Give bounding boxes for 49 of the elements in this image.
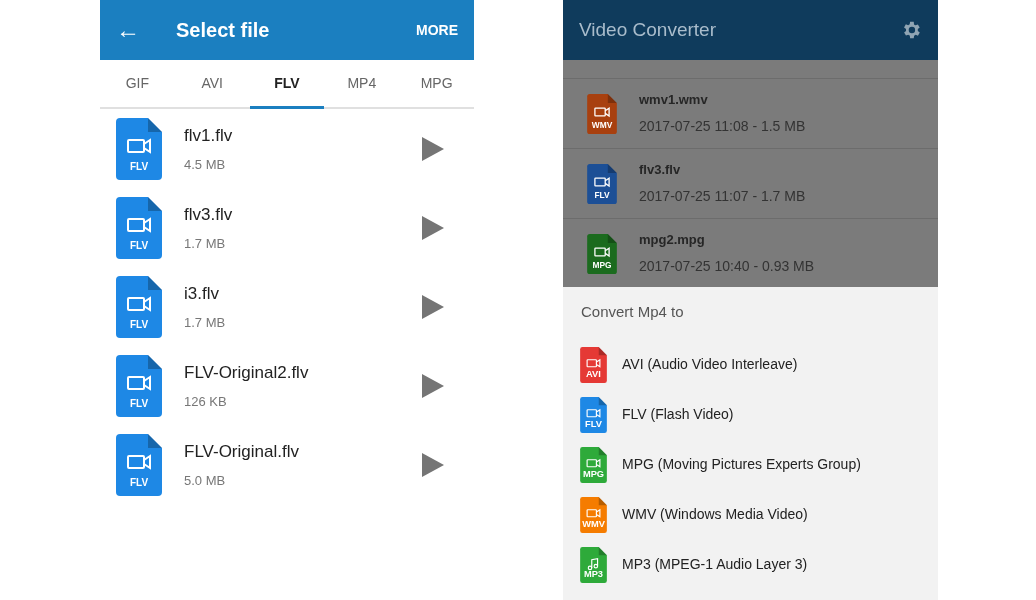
more-button[interactable]: MORE [416,19,458,41]
format-tab[interactable]: AVI [174,60,250,109]
file-icon: FLV [116,275,162,338]
format-option[interactable]: WMV WMV (Windows Media Video) [563,489,938,540]
file-details: 2017-07-25 11:08 - 1.5 MB [639,116,807,136]
file-name: wmv1.wmv [639,91,709,110]
format-tab[interactable]: MPG [399,60,474,109]
file-icon: FLV [587,163,617,204]
file-icon: FLV [116,117,162,180]
format-tab[interactable]: FLV [249,60,325,109]
file-icon: FLV [580,396,607,433]
file-icon: MPG [587,233,617,274]
file-details: 2017-07-25 10:40 - 0.93 MB [639,256,816,276]
play-icon[interactable] [422,294,444,319]
file-name: flv1.flv [184,125,234,147]
format-tab[interactable]: GIF [100,60,175,109]
file-icon: WMV [587,93,617,134]
file-icon: WMV [580,496,607,533]
format-option[interactable]: MPG MPG (Moving Pictures Experts Group) [563,439,938,490]
file-name: i3.flv [184,283,220,305]
file-size: 1.7 MB [184,234,227,253]
file-name: flv3.flv [184,204,234,226]
play-icon[interactable] [422,215,444,240]
file-size: 4.5 MB [184,155,227,174]
back-button[interactable]: ← [116,18,140,42]
file-icon: FLV [116,196,162,259]
file-name: flv3.flv [639,161,682,180]
app-title: Video Converter [579,17,717,42]
format-tab[interactable]: MP4 [324,60,400,109]
play-icon[interactable] [422,136,444,161]
play-icon[interactable] [422,373,444,398]
screen-title: Select file [176,18,271,43]
format-option[interactable]: FLV FLV (Flash Video) [563,389,938,440]
file-name: FLV-Original2.flv [184,362,310,384]
sheet-title: Convert Mp4 to [580,302,685,322]
play-icon[interactable] [422,452,444,477]
file-size: 126 KB [184,392,228,411]
file-name: mpg2.mpg [639,231,706,250]
file-icon: FLV [116,433,162,496]
file-icon: FLV [116,354,162,417]
file-size: 5.0 MB [184,471,227,490]
format-option[interactable]: AVI AVI (Audio Video Interleave) [563,339,938,390]
file-icon: MPG [580,446,607,483]
format-option[interactable]: MP3 MP3 (MPEG-1 Audio Layer 3) [563,539,938,590]
file-name: FLV-Original.flv [184,441,300,463]
file-size: 1.7 MB [184,313,227,332]
file-icon: MP3 [580,546,607,583]
file-icon: AVI [580,346,607,383]
file-details: 2017-07-25 11:07 - 1.7 MB [639,186,807,206]
